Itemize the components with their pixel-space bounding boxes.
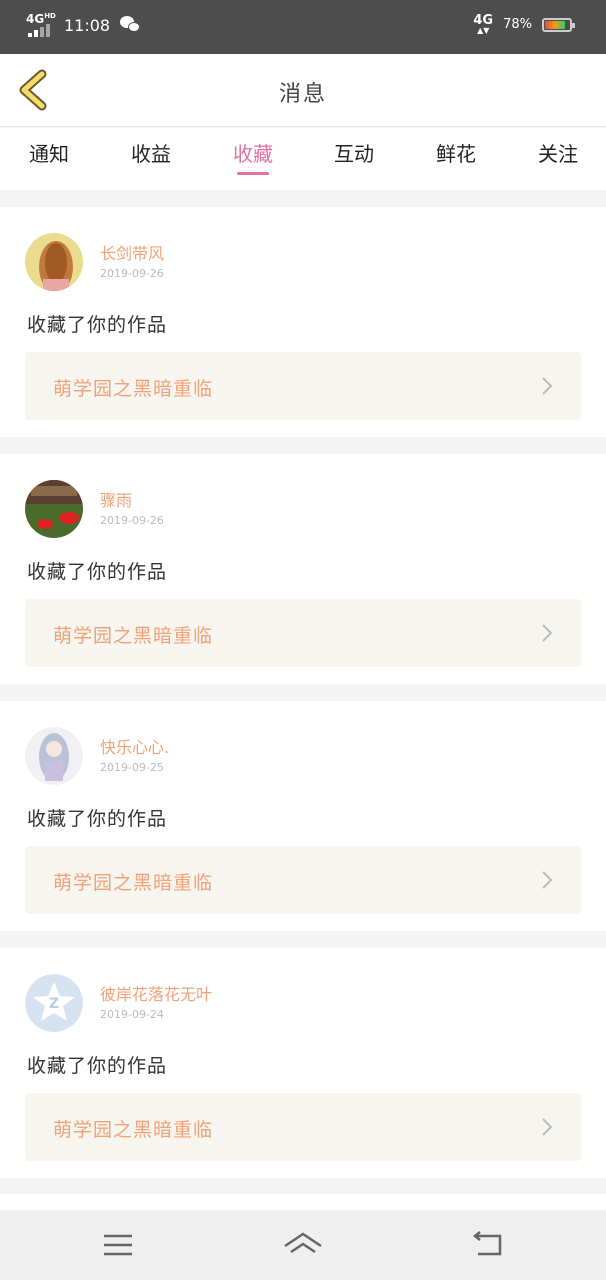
system-nav-bar	[0, 1210, 606, 1280]
chevron-right-icon	[542, 871, 553, 889]
work-link[interactable]: 萌学园之黑暗重临	[25, 352, 581, 420]
work-link[interactable]: 萌学园之黑暗重临	[25, 1093, 581, 1161]
svg-text:Z: Z	[49, 996, 59, 1012]
username[interactable]: 彼岸花落花无叶	[100, 981, 212, 1005]
tab-earnings[interactable]: 收益	[111, 138, 191, 167]
work-link[interactable]: 萌学园之黑暗重临	[25, 599, 581, 667]
back-icon	[472, 1231, 502, 1256]
status-right: 4G ▲▼ 78%	[473, 13, 575, 35]
message-date: 2019-09-25	[100, 761, 164, 774]
chevron-right-icon	[542, 1118, 553, 1136]
message-card: 长剑带风 2019-09-26 收藏了你的作品 萌学园之黑暗重临	[0, 207, 606, 437]
message-action: 收藏了你的作品	[27, 1055, 168, 1077]
message-action: 收藏了你的作品	[27, 808, 168, 830]
message-date: 2019-09-24	[100, 1008, 164, 1021]
wechat-icon	[120, 16, 142, 34]
message-card: 骤雨 2019-09-26 收藏了你的作品 萌学园之黑暗重临	[0, 454, 606, 684]
username[interactable]: 快乐心心.	[100, 734, 169, 758]
username[interactable]: 骤雨	[100, 487, 132, 511]
work-title: 萌学园之黑暗重临	[53, 1119, 214, 1141]
status-time: 11:08	[64, 15, 111, 35]
home-icon	[284, 1232, 322, 1254]
user-avatar-icon	[25, 480, 83, 538]
message-action: 收藏了你的作品	[27, 314, 168, 336]
battery-icon	[542, 17, 575, 32]
page-title: 消息	[278, 82, 327, 107]
work-title: 萌学园之黑暗重临	[53, 872, 214, 894]
tab-bar: 通知 收益 收藏 互动 鲜花 关注	[0, 128, 606, 190]
status-left: 4GHD 11:08	[26, 10, 142, 40]
home-button[interactable]	[283, 1230, 323, 1260]
avatar[interactable]	[25, 480, 83, 538]
message-card: Z 彼岸花落花无叶 2019-09-24 收藏了你的作品 萌学园之黑暗重临	[0, 948, 606, 1178]
back-nav-button[interactable]	[468, 1230, 508, 1260]
work-link[interactable]: 萌学园之黑暗重临	[25, 846, 581, 914]
chevron-right-icon	[542, 624, 553, 642]
message-action: 收藏了你的作品	[27, 561, 168, 583]
user-avatar-icon	[25, 233, 83, 291]
work-title: 萌学园之黑暗重临	[53, 625, 214, 647]
avatar[interactable]	[25, 233, 83, 291]
user-avatar-icon	[25, 727, 83, 785]
tab-notifications[interactable]: 通知	[9, 138, 89, 167]
tab-favorites[interactable]: 收藏	[213, 138, 293, 167]
avatar[interactable]: Z	[25, 974, 83, 1032]
work-title: 萌学园之黑暗重临	[53, 378, 214, 400]
menu-button[interactable]	[98, 1230, 138, 1260]
network-4g-icon: 4G ▲▼	[473, 13, 494, 35]
message-card-partial	[0, 1194, 606, 1210]
header: 消息	[0, 54, 606, 127]
avatar[interactable]	[25, 727, 83, 785]
message-card: 快乐心心. 2019-09-25 收藏了你的作品 萌学园之黑暗重临	[0, 701, 606, 931]
active-tab-indicator	[237, 172, 269, 175]
tab-follows[interactable]: 关注	[518, 138, 598, 167]
menu-icon	[104, 1234, 132, 1256]
message-date: 2019-09-26	[100, 514, 164, 527]
tab-flowers[interactable]: 鲜花	[416, 138, 496, 167]
status-bar: 4GHD 11:08 4G ▲▼ 78%	[0, 0, 606, 54]
signal-icon: 4GHD	[26, 10, 56, 40]
chevron-right-icon	[542, 377, 553, 395]
battery-percentage: 78%	[503, 17, 532, 32]
username[interactable]: 长剑带风	[100, 240, 164, 264]
message-date: 2019-09-26	[100, 267, 164, 280]
tab-interactions[interactable]: 互动	[314, 138, 394, 167]
default-avatar-icon: Z	[25, 974, 83, 1032]
